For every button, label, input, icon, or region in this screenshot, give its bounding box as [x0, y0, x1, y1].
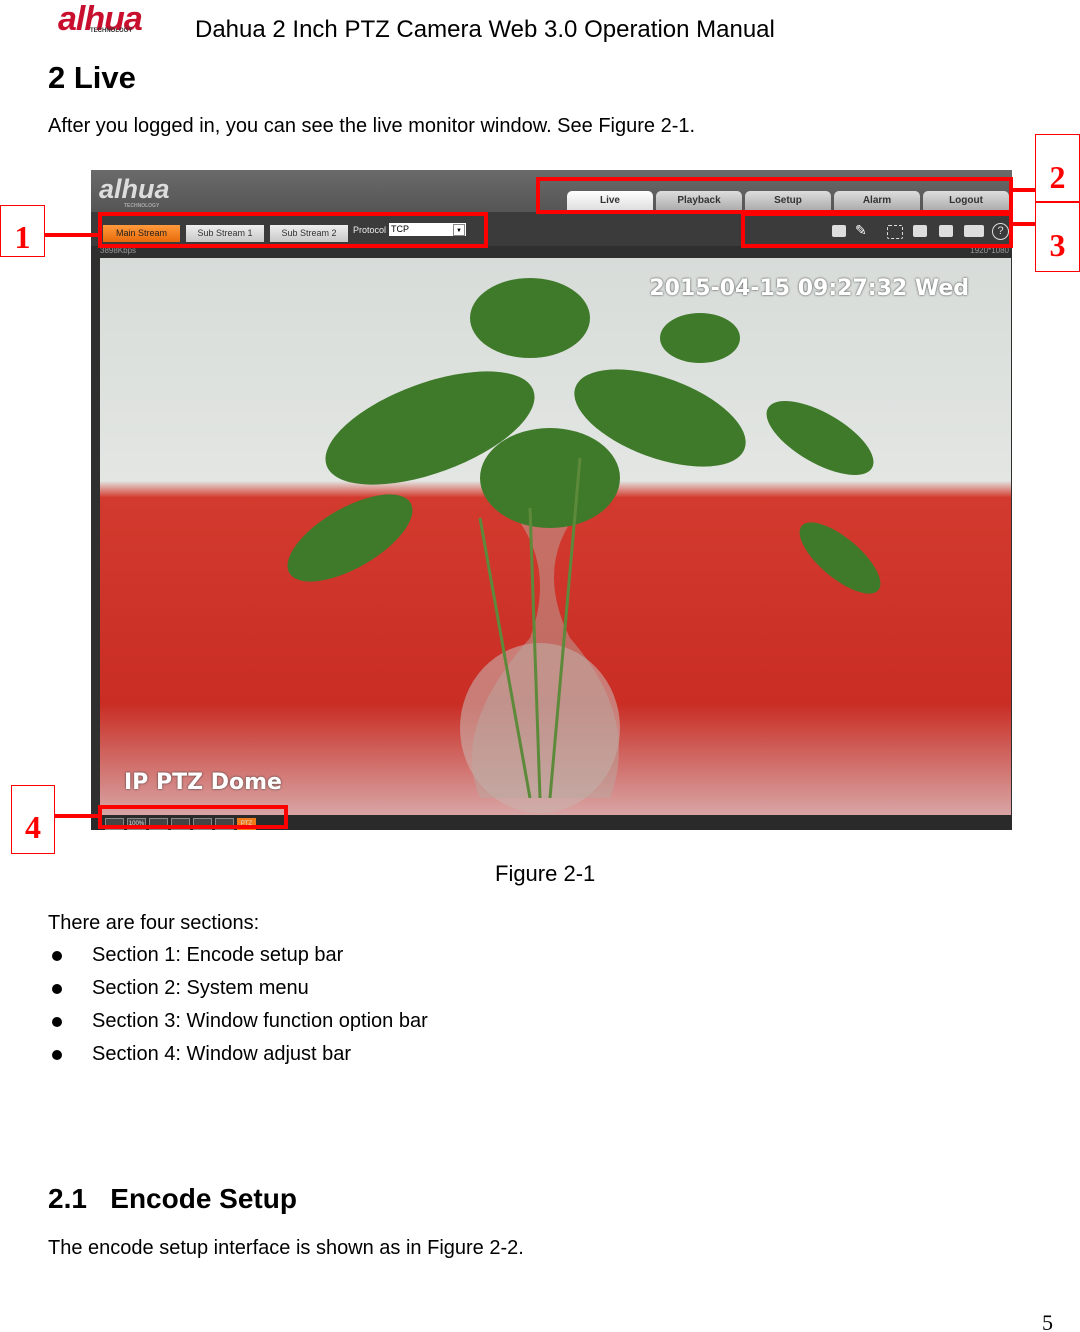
callout-box-4 — [98, 805, 288, 829]
callout-box-1 — [98, 212, 488, 248]
header-title: Dahua 2 Inch PTZ Camera Web 3.0 Operatio… — [195, 16, 775, 43]
callout-line-2 — [1012, 188, 1036, 192]
figure-caption: Figure 2-1 — [495, 861, 596, 886]
section-title: 2 Live — [48, 60, 136, 95]
page-number: 5 — [1042, 1310, 1053, 1332]
dahua-logo: alhua TECHNOLOGY — [58, 0, 143, 38]
sections-intro: There are four sections: — [48, 912, 260, 934]
callout-label-3: 3 — [1035, 202, 1080, 272]
callout-line-1 — [45, 233, 100, 237]
manual-page: alhua TECHNOLOGY Dahua 2 Inch PTZ Camera … — [0, 0, 1080, 1332]
subsection-text: The encode setup interface is shown as i… — [48, 1237, 524, 1259]
osd-timestamp: 2015-04-15 09:27:32 Wed — [649, 276, 969, 301]
live-video[interactable]: 2015-04-15 09:27:32 Wed IP PTZ Dome — [100, 258, 1011, 815]
callout-line-4 — [55, 814, 100, 818]
callout-box-3 — [741, 212, 1013, 248]
callout-box-2 — [536, 177, 1013, 214]
subsection-title: 2.1 Encode Setup — [48, 1183, 297, 1214]
intro-text: After you logged in, you can see the liv… — [48, 115, 696, 137]
callout-label-2: 2 — [1035, 134, 1080, 202]
callout-label-1: 1 — [0, 205, 45, 257]
figure-screenshot: alhua TECHNOLOGY Live Playback Setup Alar… — [91, 170, 1012, 830]
osd-channel-name: IP PTZ Dome — [124, 770, 282, 795]
web-logo: alhua TECHNOLOGY — [99, 174, 170, 209]
callout-label-4: 4 — [11, 785, 55, 854]
callout-line-3 — [1012, 222, 1036, 226]
plant-image — [287, 278, 881, 813]
